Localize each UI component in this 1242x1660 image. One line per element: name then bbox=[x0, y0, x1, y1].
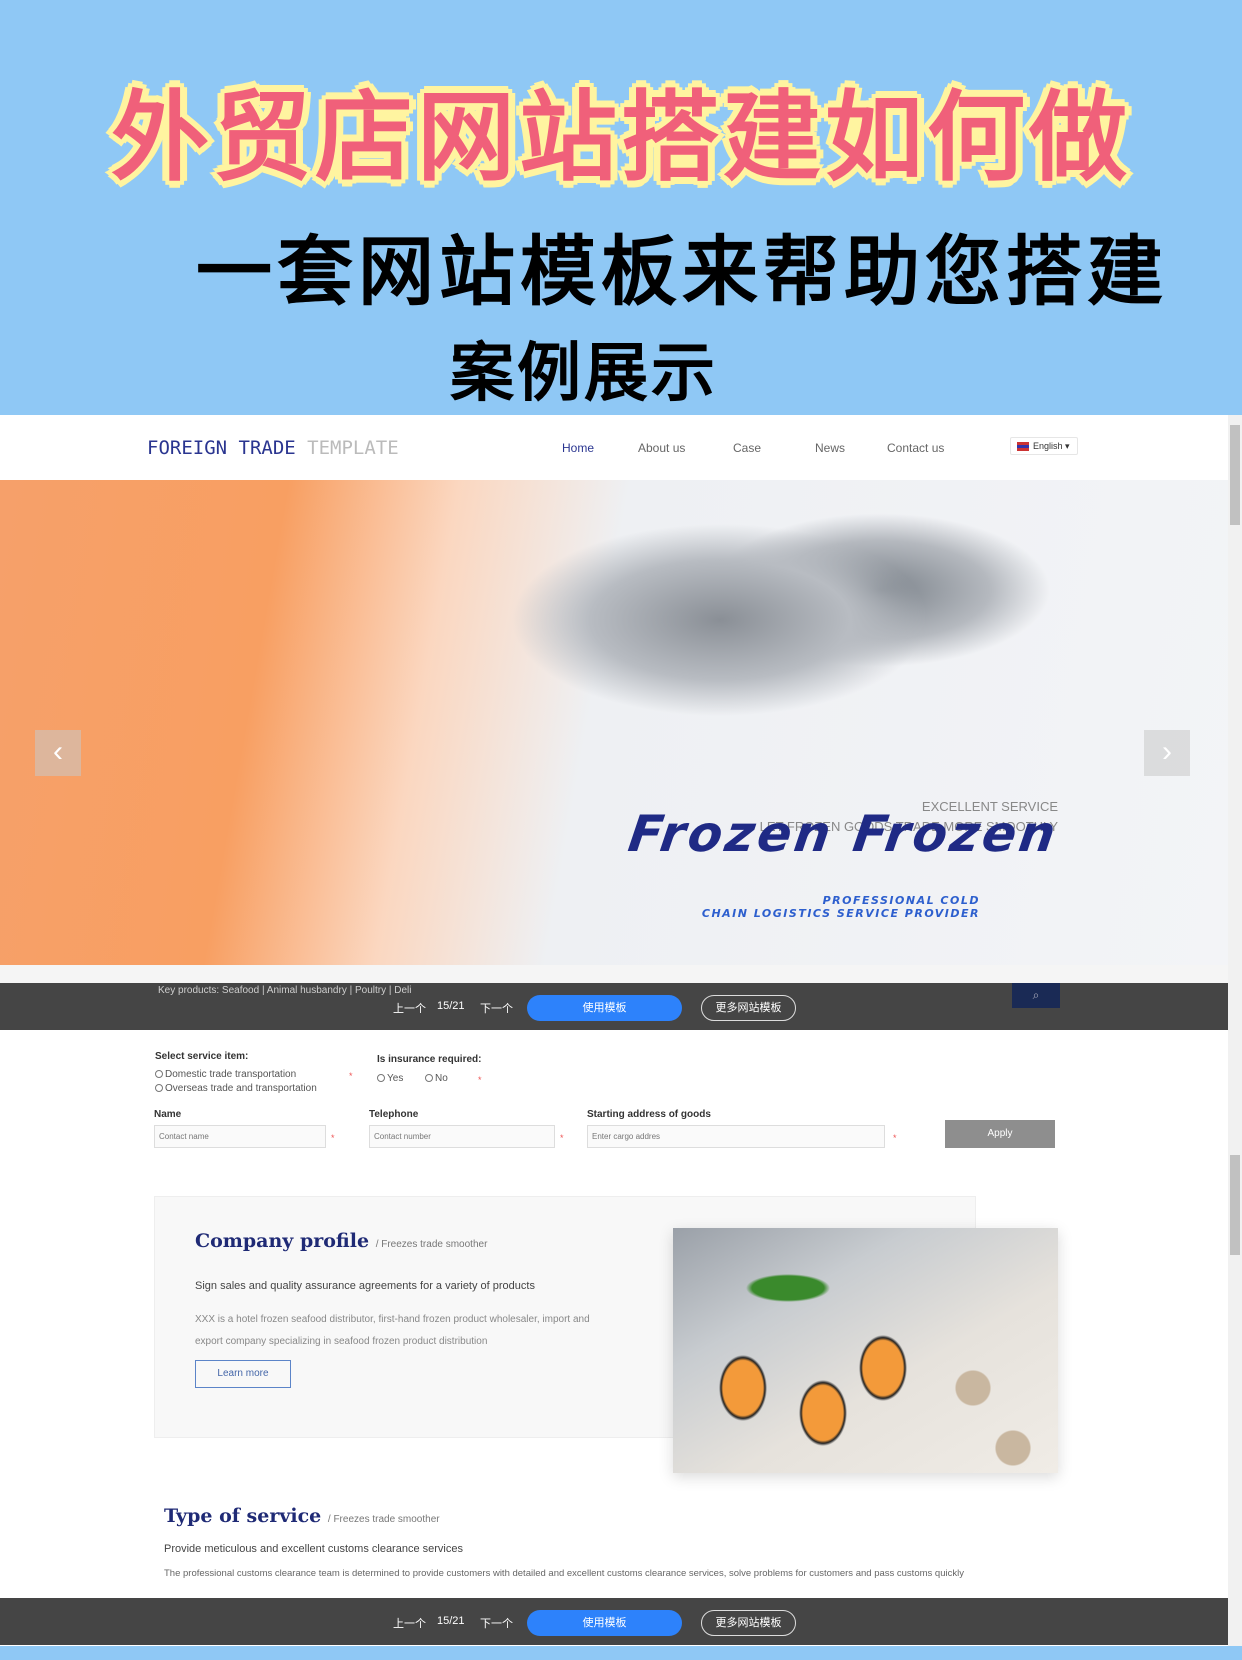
poster-caption: 案例展示 bbox=[450, 337, 718, 411]
option-label: Yes bbox=[387, 1073, 404, 1084]
scrollbar-thumb[interactable] bbox=[1230, 425, 1240, 525]
required-mark: * bbox=[560, 1133, 564, 1143]
banner-headline: Frozen Frozen bbox=[624, 805, 1063, 863]
apply-button[interactable]: Apply bbox=[945, 1120, 1055, 1148]
logo-sub: TEMPLATE bbox=[307, 437, 399, 459]
required-mark: * bbox=[331, 1133, 335, 1143]
radio-no[interactable]: No bbox=[425, 1073, 448, 1084]
scrollbar-thumb-lower[interactable] bbox=[1230, 1155, 1240, 1255]
name-input[interactable]: Contact name bbox=[154, 1125, 326, 1148]
carousel-prev-button[interactable]: ‹ bbox=[35, 730, 81, 776]
search-button[interactable]: ⌕ bbox=[1012, 983, 1060, 1008]
poster-subtitle: 一套网站模板来帮助您搭建 bbox=[196, 227, 1168, 316]
nav-case[interactable]: Case bbox=[733, 441, 761, 455]
radio-domestic[interactable]: Domestic trade transportation bbox=[155, 1069, 296, 1080]
flag-icon bbox=[1017, 442, 1029, 452]
more-templates-button[interactable]: 更多网站模板 bbox=[701, 1610, 796, 1636]
key-products: Key products: Seafood | Animal husbandry… bbox=[158, 985, 412, 996]
prev-template-link[interactable]: 上一个 bbox=[393, 1615, 426, 1631]
required-mark: * bbox=[349, 1071, 353, 1081]
caret-down-icon: ▾ bbox=[1065, 441, 1070, 451]
search-icon: ⌕ bbox=[1032, 988, 1040, 1002]
service-subtitle: / Freezes trade smoother bbox=[327, 1514, 440, 1525]
nav-about[interactable]: About us bbox=[638, 441, 685, 455]
next-template-link[interactable]: 下一个 bbox=[480, 1615, 513, 1631]
page-indicator: 15/21 bbox=[437, 1615, 465, 1627]
website-preview: FOREIGN TRADE TEMPLATE Home About us Cas… bbox=[0, 415, 1228, 1646]
insurance-label: Is insurance required: bbox=[377, 1054, 482, 1065]
nav-home[interactable]: Home bbox=[562, 441, 594, 455]
learn-more-button[interactable]: Learn more bbox=[195, 1360, 291, 1388]
banner-tag1: PROFESSIONAL COLD bbox=[822, 894, 980, 907]
option-label: Overseas trade and transportation bbox=[165, 1083, 317, 1094]
logo-main: FOREIGN TRADE bbox=[147, 437, 296, 459]
company-title: Company profile / Freezes trade smoother bbox=[195, 1230, 487, 1252]
nav-contact[interactable]: Contact us bbox=[887, 441, 944, 455]
radio-icon bbox=[425, 1074, 433, 1082]
address-label: Starting address of goods bbox=[587, 1109, 711, 1120]
radio-icon bbox=[377, 1074, 385, 1082]
service-body: The professional customs clearance team … bbox=[164, 1568, 964, 1579]
company-lead: Sign sales and quality assurance agreeme… bbox=[195, 1280, 535, 1292]
language-label: English bbox=[1033, 441, 1063, 451]
name-label: Name bbox=[154, 1109, 182, 1120]
page-indicator: 15/21 bbox=[437, 1000, 465, 1012]
radio-overseas[interactable]: Overseas trade and transportation bbox=[155, 1083, 317, 1094]
carousel-next-button[interactable]: › bbox=[1144, 730, 1190, 776]
service-title-text: Type of service bbox=[164, 1505, 322, 1527]
required-mark: * bbox=[893, 1133, 897, 1143]
use-template-button[interactable]: 使用模板 bbox=[527, 995, 682, 1021]
hero-banner: ‹ › EXCELLENT SERVICE LET FROZEN GOODS T… bbox=[0, 480, 1228, 965]
service-title: Type of service / Freezes trade smoother bbox=[164, 1505, 440, 1527]
option-label: Domestic trade transportation bbox=[165, 1069, 297, 1080]
service-label: Select service item: bbox=[155, 1051, 249, 1062]
more-templates-button[interactable]: 更多网站模板 bbox=[701, 995, 796, 1021]
site-logo[interactable]: FOREIGN TRADE TEMPLATE bbox=[147, 437, 399, 459]
radio-icon bbox=[155, 1084, 163, 1092]
banner-tag2: CHAIN LOGISTICS SERVICE PROVIDER bbox=[701, 907, 980, 920]
address-input[interactable]: Enter cargo addres bbox=[587, 1125, 885, 1148]
company-body: XXX is a hotel frozen seafood distributo… bbox=[195, 1314, 590, 1347]
company-title-text: Company profile bbox=[195, 1230, 370, 1252]
next-template-link[interactable]: 下一个 bbox=[480, 1000, 513, 1016]
use-template-button[interactable]: 使用模板 bbox=[527, 1610, 682, 1636]
prev-template-link[interactable]: 上一个 bbox=[393, 1000, 426, 1016]
poster-title: 外贸店网站搭建如何做 bbox=[110, 81, 1131, 195]
option-label: No bbox=[435, 1073, 448, 1084]
telephone-label: Telephone bbox=[369, 1109, 419, 1120]
nav-news[interactable]: News bbox=[815, 441, 845, 455]
radio-icon bbox=[155, 1070, 163, 1078]
preview-bar-bottom: 上一个 15/21 下一个 使用模板 更多网站模板 bbox=[0, 1598, 1228, 1645]
radio-yes[interactable]: Yes bbox=[377, 1073, 403, 1084]
required-mark: * bbox=[478, 1075, 482, 1085]
company-subtitle: / Freezes trade smoother bbox=[375, 1239, 488, 1250]
seafood-image bbox=[673, 1228, 1058, 1473]
scrollbar[interactable] bbox=[1228, 415, 1242, 1646]
telephone-input[interactable]: Contact number bbox=[369, 1125, 555, 1148]
service-lead: Provide meticulous and excellent customs… bbox=[164, 1543, 463, 1555]
language-select[interactable]: English ▾ bbox=[1010, 437, 1078, 455]
